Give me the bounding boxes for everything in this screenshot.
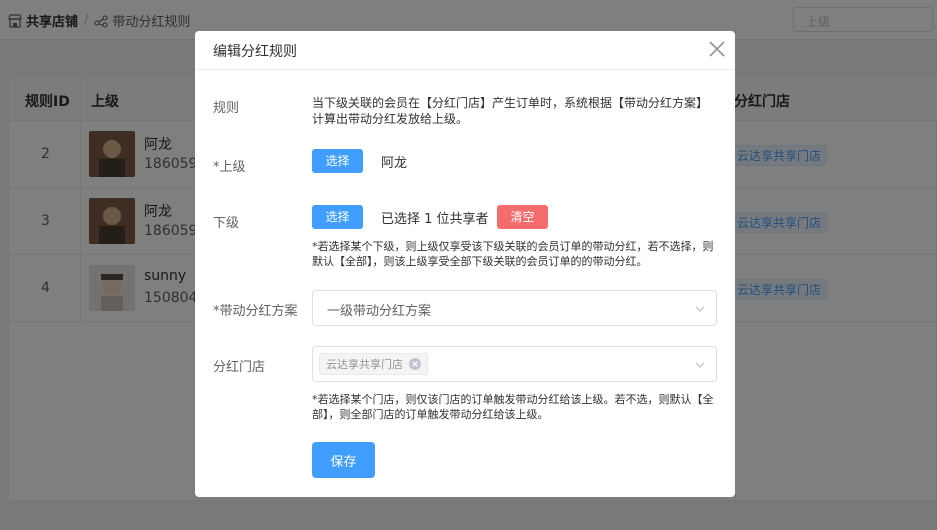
shop-chip: 云达享共享门店: [319, 353, 428, 375]
child-selected-count: 已选择 1 位共享者: [381, 212, 489, 227]
shop-select[interactable]: 云达享共享门店: [312, 346, 717, 382]
dialog-title: 编辑分红规则: [213, 44, 297, 60]
rule-description: 当下级关联的会员在【分红门店】产生订单时，系统根据【带动分红方案】计算出带动分红…: [312, 96, 709, 126]
chevron-down-icon: [695, 362, 705, 368]
edit-rule-dialog: 编辑分红规则 规则 当下级关联的会员在【分红门店】产生订单时，系统根据【带动分红…: [195, 31, 735, 497]
select-parent-button[interactable]: 选择: [312, 149, 363, 173]
shop-chip-label: 云达享共享门店: [326, 358, 403, 371]
close-icon[interactable]: [707, 39, 727, 59]
plan-label: *带动分红方案: [213, 304, 298, 319]
shop-label: 分红门店: [213, 360, 266, 375]
rule-label: 规则: [213, 101, 240, 116]
select-child-button[interactable]: 选择: [312, 205, 363, 229]
parent-label: *上级: [213, 160, 246, 175]
save-button[interactable]: 保存: [312, 442, 375, 478]
plan-value: 一级带动分红方案: [327, 304, 432, 319]
dialog-divider: [195, 69, 735, 70]
remove-tag-icon[interactable]: [409, 358, 421, 370]
child-note: *若选择某个下级，则上级仅享受该下级关联的会员订单的带动分红，若不选择，则默认【…: [312, 240, 714, 268]
plan-select[interactable]: 一级带动分红方案: [312, 290, 717, 326]
parent-value: 阿龙: [381, 156, 408, 171]
clear-button[interactable]: 清空: [497, 205, 548, 229]
shop-note: *若选择某个门店，则仅该门店的订单触发带动分红给该上级。若不选，则默认【全部】，…: [312, 393, 714, 421]
child-label: 下级: [213, 216, 240, 231]
chevron-down-icon: [695, 306, 705, 312]
